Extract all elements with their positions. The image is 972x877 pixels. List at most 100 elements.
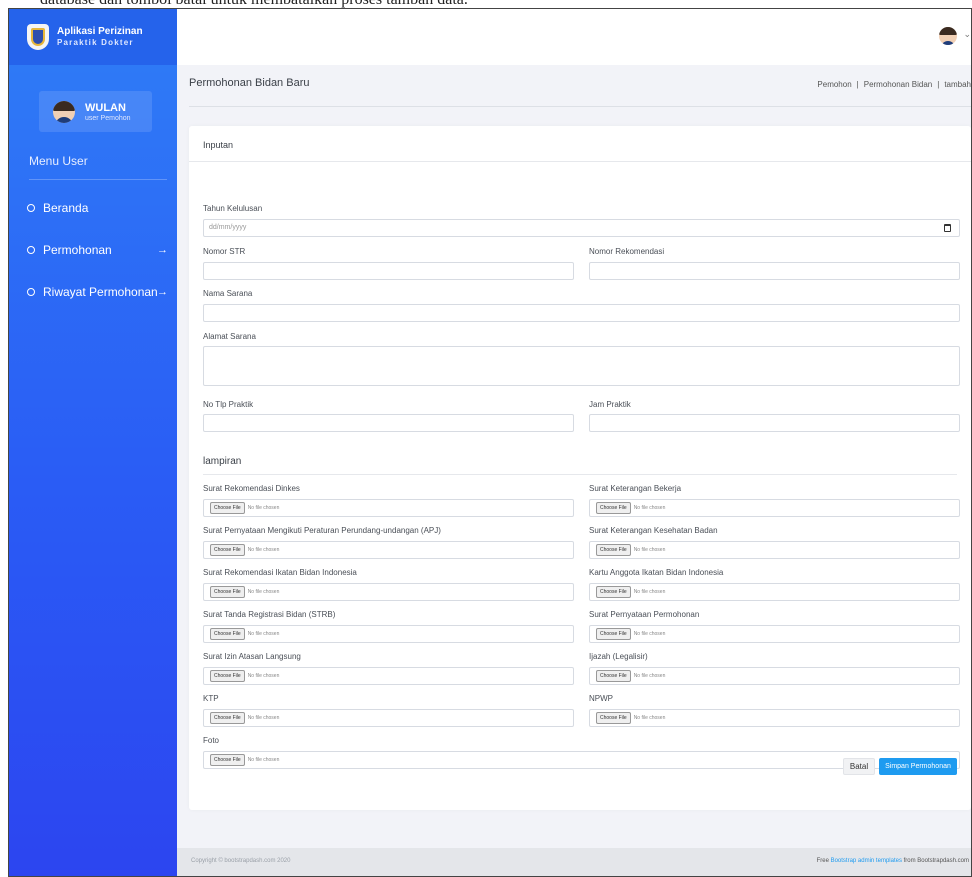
label-alamat-sarana: Alamat Sarana	[203, 332, 256, 341]
choose-file-button[interactable]: Choose File	[210, 670, 245, 682]
file-status: No file chosen	[247, 589, 280, 595]
alamat-sarana-textarea[interactable]	[203, 346, 960, 386]
footer-credit-link[interactable]: Bootstrap admin templates	[831, 858, 902, 864]
file-status: No file chosen	[633, 547, 666, 553]
nama-sarana-input[interactable]	[203, 304, 960, 322]
cancel-button[interactable]: Batal	[843, 758, 875, 775]
file-status: No file chosen	[247, 547, 280, 553]
attachment-file-input[interactable]: Choose File No file chosen	[589, 583, 960, 601]
user-role: user Pemohon	[85, 114, 131, 122]
nomor-str-input[interactable]	[203, 262, 574, 280]
attachment-file-input[interactable]: Choose File No file chosen	[589, 625, 960, 643]
footer-copyright: Copyright © bootstrapdash.com 2020	[191, 858, 291, 864]
circle-bullet-icon	[27, 204, 35, 212]
label-nomor-str: Nomor STR	[203, 247, 246, 256]
choose-file-button[interactable]: Choose File	[210, 544, 245, 556]
attachment-label: NPWP	[589, 694, 613, 703]
calendar-icon[interactable]	[944, 224, 951, 232]
attachment-label: Surat Rekomendasi Dinkes	[203, 484, 300, 493]
file-status: No file chosen	[247, 673, 280, 679]
attachment-label: KTP	[203, 694, 219, 703]
attachment-file-input[interactable]: Choose File No file chosen	[203, 625, 574, 643]
file-status: No file chosen	[247, 715, 280, 721]
sidebar-item-beranda[interactable]: Beranda	[9, 198, 177, 218]
circle-bullet-icon	[27, 246, 35, 254]
choose-file-button[interactable]: Choose File	[210, 754, 245, 766]
choose-file-button[interactable]: Choose File	[210, 586, 245, 598]
file-status: No file chosen	[633, 505, 666, 511]
choose-file-button[interactable]: Choose File	[596, 712, 631, 724]
attachment-label: Surat Rekomendasi Ikatan Bidan Indonesia	[203, 568, 357, 577]
menu-heading: Menu User	[9, 154, 177, 180]
sidebar-item-permohonan[interactable]: Permohonan →	[9, 240, 177, 260]
tahun-kelulusan-date-input[interactable]: dd/mm/yyyy	[203, 219, 960, 237]
choose-file-button[interactable]: Choose File	[596, 544, 631, 556]
choose-file-button[interactable]: Choose File	[596, 586, 631, 598]
attachment-file-input[interactable]: Choose File No file chosen	[589, 541, 960, 559]
shield-logo-icon	[27, 24, 49, 50]
attachment-label: Kartu Anggota Ikatan Bidan Indonesia	[589, 568, 724, 577]
attachment-label: Surat Keterangan Bekerja	[589, 484, 682, 493]
label-jam-praktik: Jam Praktik	[589, 400, 631, 409]
no-tlp-praktik-input[interactable]	[203, 414, 574, 432]
file-status: No file chosen	[633, 715, 666, 721]
avatar	[53, 100, 75, 123]
label-no-tlp-praktik: No Tlp Praktik	[203, 400, 254, 409]
breadcrumb: Pemohon | Permohonan Bidan | tambah	[817, 80, 971, 89]
nomor-rekomendasi-input[interactable]	[589, 262, 960, 280]
sidebar-item-label: Beranda	[43, 201, 89, 215]
breadcrumb-item-permohonan-bidan[interactable]: Permohonan Bidan	[864, 80, 933, 89]
brand-subtitle: Paraktik Dokter	[57, 37, 134, 47]
user-profile-card[interactable]: WULAN user Pemohon	[39, 91, 152, 132]
choose-file-button[interactable]: Choose File	[210, 712, 245, 724]
sidebar: Aplikasi Perizinan Paraktik Dokter WULAN…	[9, 9, 177, 876]
attachment-file-input[interactable]: Choose File No file chosen	[203, 709, 574, 727]
choose-file-button[interactable]: Choose File	[210, 502, 245, 514]
breadcrumb-item-pemohon[interactable]: Pemohon	[817, 80, 851, 89]
attachment-file-input[interactable]: Choose File No file chosen	[203, 499, 574, 517]
save-application-button[interactable]: Simpan Permohonan	[879, 758, 957, 775]
file-status: No file chosen	[247, 631, 280, 637]
label-nomor-rekomendasi: Nomor Rekomendasi	[589, 247, 665, 256]
attachment-file-input[interactable]: Choose File No file chosen	[589, 709, 960, 727]
document-caption: database dan tombol batal untuk membatal…	[0, 0, 972, 8]
file-status: No file chosen	[247, 757, 280, 763]
choose-file-button[interactable]: Choose File	[596, 628, 631, 640]
app-window: Aplikasi Perizinan Paraktik Dokter WULAN…	[8, 8, 972, 877]
attachment-file-input[interactable]: Choose File No file chosen	[589, 667, 960, 685]
breadcrumb-item-tambah: tambah	[944, 80, 971, 89]
sidebar-item-label: Riwayat Permohonan	[43, 285, 158, 299]
label-nama-sarana: Nama Sarana	[203, 289, 253, 298]
arrow-right-icon: →	[157, 244, 168, 256]
attachment-label: Ijazah (Legalisir)	[589, 652, 648, 661]
page-header: Permohonan Bidan Baru Pemohon | Permohonan…	[189, 77, 971, 107]
attachment-label: Surat Izin Atasan Langsung	[203, 652, 301, 661]
attachment-file-input[interactable]: Choose File No file chosen	[203, 541, 574, 559]
form-card: Inputan Tahun Kelulusan dd/mm/yyyy Nomor…	[189, 126, 971, 810]
attachment-file-input[interactable]: Choose File No file chosen	[203, 667, 574, 685]
label-tahun-kelulusan: Tahun Kelulusan	[203, 204, 263, 213]
circle-bullet-icon	[27, 288, 35, 296]
card-header: Inputan	[189, 126, 971, 162]
file-status: No file chosen	[247, 505, 280, 511]
arrow-right-icon: →	[157, 286, 168, 298]
jam-praktik-input[interactable]	[589, 414, 960, 432]
main-content: ⌄ Permohonan Bidan Baru Pemohon | Permohon…	[177, 9, 971, 876]
file-status: No file chosen	[633, 673, 666, 679]
chevron-down-icon[interactable]: ⌄	[963, 29, 971, 40]
choose-file-button[interactable]: Choose File	[596, 670, 631, 682]
footer-credit: Free Bootstrap admin templates from Boot…	[816, 858, 969, 864]
profile-avatar-button[interactable]	[939, 27, 957, 45]
brand[interactable]: Aplikasi Perizinan Paraktik Dokter	[9, 9, 177, 65]
attachment-file-input[interactable]: Choose File No file chosen	[589, 499, 960, 517]
choose-file-button[interactable]: Choose File	[210, 628, 245, 640]
attachment-label: Surat Pernyataan Permohonan	[589, 610, 700, 619]
attachment-file-input[interactable]: Choose File No file chosen	[203, 583, 574, 601]
file-status: No file chosen	[633, 631, 666, 637]
choose-file-button[interactable]: Choose File	[596, 502, 631, 514]
lampiran-heading: lampiran	[203, 456, 242, 467]
sidebar-item-riwayat-permohonan[interactable]: Riwayat Permohonan →	[9, 282, 177, 302]
attachment-label: Surat Pernyataan Mengikuti Peraturan Per…	[203, 526, 441, 535]
attachment-label: Foto	[203, 736, 220, 745]
topbar: ⌄	[177, 9, 971, 65]
